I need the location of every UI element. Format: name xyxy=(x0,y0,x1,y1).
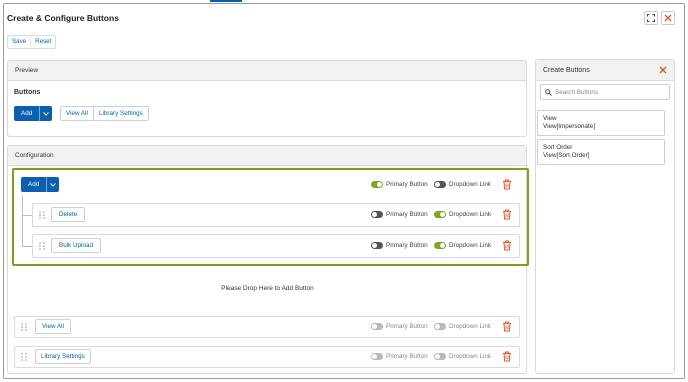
expand-button[interactable] xyxy=(644,11,658,25)
trash-icon[interactable] xyxy=(502,240,512,251)
reset-button[interactable]: Reset xyxy=(30,36,55,48)
library-settings-primary-toggle[interactable]: Primary Button xyxy=(371,353,428,360)
expand-icon xyxy=(647,14,655,22)
sidebar-item-subtitle: View[Sort Order] xyxy=(543,152,590,159)
drag-handle-icon[interactable] xyxy=(39,211,45,219)
group-add-button[interactable]: Add xyxy=(21,177,60,192)
toggle-switch[interactable] xyxy=(434,242,446,249)
toggle-switch[interactable] xyxy=(371,211,383,218)
tree-connector xyxy=(22,215,32,216)
delete-primary-toggle[interactable]: Primary Button xyxy=(371,211,428,218)
delete-dropdown-toggle[interactable]: Dropdown Link xyxy=(434,211,491,218)
close-icon xyxy=(664,14,672,22)
group-primary-toggle[interactable]: Primary Button xyxy=(371,181,428,188)
trash-icon[interactable] xyxy=(502,209,512,220)
view-all-button[interactable]: View All xyxy=(35,319,71,334)
dropdown-link-label: Dropdown Link xyxy=(449,242,492,249)
bulk-upload-dropdown-toggle[interactable]: Dropdown Link xyxy=(434,242,491,249)
sidebar-item-subtitle: View[Impersonate] xyxy=(543,123,596,130)
dropdown-link-label: Dropdown Link xyxy=(449,323,492,330)
tree-connector xyxy=(22,195,23,247)
toolbar: Save Reset xyxy=(7,35,57,49)
trash-icon[interactable] xyxy=(502,351,512,362)
drag-handle-icon[interactable] xyxy=(39,242,45,250)
preview-library-settings-button[interactable]: Library Settings xyxy=(93,106,149,121)
primary-button-label: Primary Button xyxy=(386,323,428,330)
search-icon xyxy=(545,88,552,96)
toggle-switch[interactable] xyxy=(371,353,383,360)
toggle-switch[interactable] xyxy=(434,211,446,218)
preview-panel: Preview xyxy=(7,60,527,137)
view-all-dropdown-toggle[interactable]: Dropdown Link xyxy=(434,323,491,330)
sidebar-item-title: View xyxy=(543,115,557,122)
close-icon[interactable] xyxy=(659,66,667,74)
close-button[interactable] xyxy=(661,11,675,25)
toggle-switch[interactable] xyxy=(371,242,383,249)
group-add-label: Add xyxy=(28,181,40,188)
library-settings-button[interactable]: Library Settings xyxy=(35,349,91,364)
toggle-switch[interactable] xyxy=(434,181,446,188)
chevron-down-icon[interactable] xyxy=(39,106,52,121)
preview-view-all-button[interactable]: View All xyxy=(60,106,93,121)
toggle-switch[interactable] xyxy=(434,353,446,360)
preview-add-label: Add xyxy=(21,110,33,117)
drag-handle-icon[interactable] xyxy=(21,323,27,331)
toggle-switch[interactable] xyxy=(371,181,383,188)
trash-icon[interactable] xyxy=(502,321,512,332)
tree-connector xyxy=(22,246,32,247)
save-button[interactable]: Save xyxy=(8,36,30,48)
trash-icon[interactable] xyxy=(502,179,512,190)
sidebar-header: Create Buttons xyxy=(536,60,674,81)
group-dropdown-toggle[interactable]: Dropdown Link xyxy=(434,181,491,188)
chevron-down-icon[interactable] xyxy=(46,177,59,192)
create-buttons-sidebar: Create Buttons xyxy=(535,59,675,374)
dropdown-link-label: Dropdown Link xyxy=(449,181,492,188)
sidebar-title: Create Buttons xyxy=(543,66,590,74)
drop-zone-text: Please Drop Here to Add Button xyxy=(221,284,314,292)
primary-button-label: Primary Button xyxy=(386,211,428,218)
top-accent-bar xyxy=(210,0,242,2)
library-settings-dropdown-toggle[interactable]: Dropdown Link xyxy=(434,353,491,360)
configuration-header: Configuration xyxy=(8,146,526,166)
preview-buttons-label: Buttons xyxy=(14,89,41,96)
bulk-upload-primary-toggle[interactable]: Primary Button xyxy=(371,242,428,249)
dropdown-link-label: Dropdown Link xyxy=(449,353,492,360)
sidebar-item-sort-order[interactable]: Sort Order View[Sort Order] xyxy=(537,139,665,165)
preview-add-button[interactable]: Add xyxy=(14,106,53,121)
dropdown-link-label: Dropdown Link xyxy=(449,211,492,218)
dialog-title: Create & Configure Buttons xyxy=(7,13,119,23)
drop-zone[interactable]: Please Drop Here to Add Button xyxy=(14,270,521,306)
drag-handle-icon[interactable] xyxy=(21,353,27,361)
delete-button[interactable]: Delete xyxy=(51,207,86,222)
primary-button-label: Primary Button xyxy=(386,242,428,249)
toggle-switch[interactable] xyxy=(434,323,446,330)
preview-header: Preview xyxy=(8,61,526,81)
bulk-upload-button[interactable]: Bulk Upload xyxy=(51,238,101,253)
sidebar-item-view[interactable]: View View[Impersonate] xyxy=(537,110,665,136)
toggle-switch[interactable] xyxy=(371,323,383,330)
primary-button-label: Primary Button xyxy=(386,181,428,188)
view-all-primary-toggle[interactable]: Primary Button xyxy=(371,323,428,330)
primary-button-label: Primary Button xyxy=(386,353,428,360)
search-placeholder: Search Buttons xyxy=(555,88,599,96)
search-input[interactable]: Search Buttons xyxy=(540,84,670,100)
sidebar-item-title: Sort Order xyxy=(543,144,573,151)
